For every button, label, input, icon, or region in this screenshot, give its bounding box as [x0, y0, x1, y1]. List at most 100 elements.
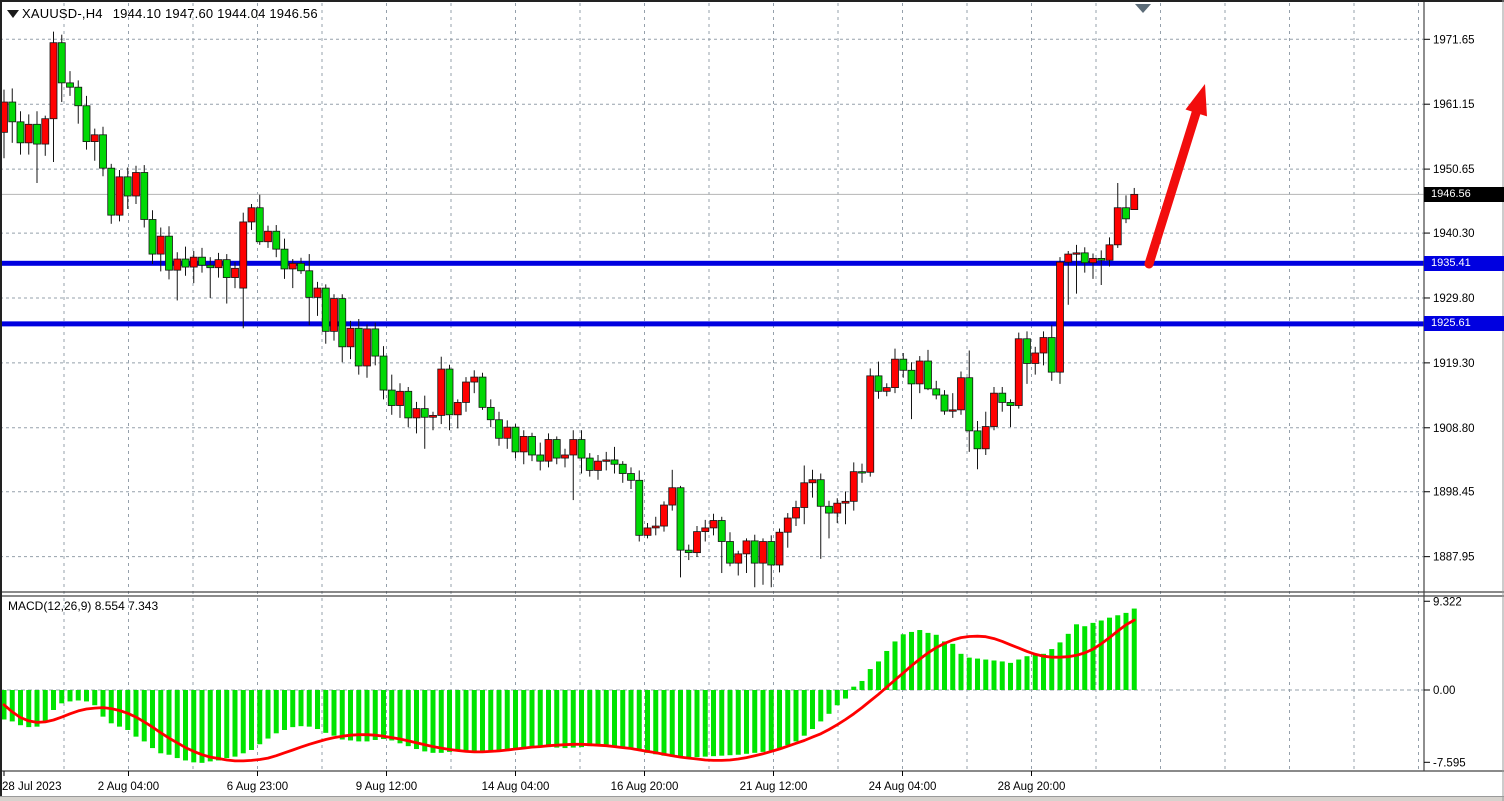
- macd-bar: [200, 690, 205, 763]
- support-level-tag: 1925.61: [1424, 316, 1504, 331]
- candle: [793, 508, 800, 519]
- candle: [735, 554, 742, 563]
- macd-bar: [233, 690, 238, 757]
- candle: [941, 395, 948, 411]
- candle: [355, 328, 362, 366]
- macd-bar: [282, 690, 287, 730]
- macd-bar: [942, 641, 947, 690]
- candle: [331, 299, 338, 332]
- candle: [240, 222, 247, 288]
- candle: [1123, 208, 1130, 219]
- candle: [397, 391, 404, 405]
- candle: [133, 173, 140, 196]
- macd-bar: [1033, 655, 1038, 690]
- candle: [520, 436, 527, 451]
- candle: [727, 542, 734, 564]
- macd-bar: [1082, 626, 1087, 690]
- candle: [586, 458, 593, 470]
- macd-bar: [604, 690, 609, 747]
- macd-bar: [373, 690, 378, 740]
- trading-chart-window: 1971.651961.151950.651940.301929.801919.…: [0, 0, 1504, 801]
- candle: [982, 427, 989, 449]
- macd-bar: [587, 690, 592, 746]
- macd-bar: [1115, 615, 1120, 690]
- candle: [1032, 353, 1039, 364]
- macd-bar: [10, 690, 15, 721]
- candle: [124, 177, 131, 196]
- candle: [677, 488, 684, 550]
- candle: [34, 124, 41, 144]
- macd-bar: [323, 690, 328, 733]
- macd-bar: [975, 659, 980, 690]
- macd-bar: [134, 690, 139, 737]
- macd-bar: [1016, 660, 1021, 690]
- candle: [908, 370, 915, 384]
- candle: [545, 440, 552, 462]
- candle: [619, 464, 626, 473]
- candle: [17, 122, 24, 143]
- candle: [974, 431, 981, 449]
- macd-bar: [389, 690, 394, 740]
- chart-canvas[interactable]: 1971.651961.151950.651940.301929.801919.…: [0, 0, 1504, 801]
- candle: [306, 271, 313, 298]
- candle: [413, 409, 420, 418]
- macd-bar: [596, 690, 601, 746]
- macd-bar: [629, 690, 634, 750]
- macd-bar: [216, 690, 221, 760]
- candle: [479, 377, 486, 407]
- candle: [900, 359, 907, 370]
- candle: [875, 376, 882, 391]
- macd-bar: [794, 690, 799, 741]
- macd-bar: [810, 690, 815, 729]
- macd-bar: [299, 690, 304, 726]
- candle: [636, 480, 643, 535]
- candle: [710, 520, 717, 527]
- macd-bar: [695, 690, 700, 757]
- candle: [108, 168, 115, 215]
- candle: [817, 480, 824, 507]
- macd-bar: [851, 687, 856, 690]
- candle: [273, 231, 280, 249]
- macd-bar: [992, 660, 997, 690]
- macd-bar: [497, 690, 502, 751]
- candle: [892, 359, 899, 387]
- macd-bar: [43, 690, 48, 721]
- indicator-label: MACD(12,26,9) 8.554 7.343: [8, 599, 158, 613]
- candle: [58, 43, 65, 83]
- date-tick-label: 28 Aug 20:00: [998, 781, 1066, 793]
- date-tick-label: 24 Aug 04:00: [869, 781, 937, 793]
- candle: [661, 505, 668, 526]
- candle: [232, 268, 239, 277]
- candle: [603, 460, 610, 461]
- macd-bar: [1041, 654, 1046, 690]
- macd-bar: [579, 690, 584, 747]
- macd-bar: [398, 690, 403, 743]
- candle: [207, 265, 214, 267]
- macd-bar: [513, 690, 518, 750]
- macd-bar: [101, 690, 106, 717]
- candle: [281, 249, 288, 269]
- macd-bar: [455, 690, 460, 751]
- candle: [702, 528, 709, 532]
- date-tick-label: 14 Aug 04:00: [482, 781, 550, 793]
- candle: [669, 488, 676, 505]
- candle: [1114, 208, 1121, 245]
- macd-bar: [142, 690, 147, 741]
- macd-bar: [257, 690, 262, 744]
- date-tick-label: 6 Aug 23:00: [227, 781, 288, 793]
- macd-bar: [736, 690, 741, 755]
- macd-bar: [249, 690, 254, 750]
- candle: [1081, 253, 1088, 263]
- candle: [751, 541, 758, 563]
- macd-bar: [307, 690, 312, 727]
- macd-bar: [150, 690, 155, 748]
- candle: [512, 427, 519, 452]
- candle: [595, 461, 602, 470]
- candle: [454, 402, 461, 414]
- candle: [652, 526, 659, 528]
- macd-bar: [827, 690, 832, 714]
- candle: [9, 102, 16, 122]
- macd-bar: [959, 654, 964, 690]
- macd-bar: [653, 690, 658, 754]
- candle: [75, 87, 82, 106]
